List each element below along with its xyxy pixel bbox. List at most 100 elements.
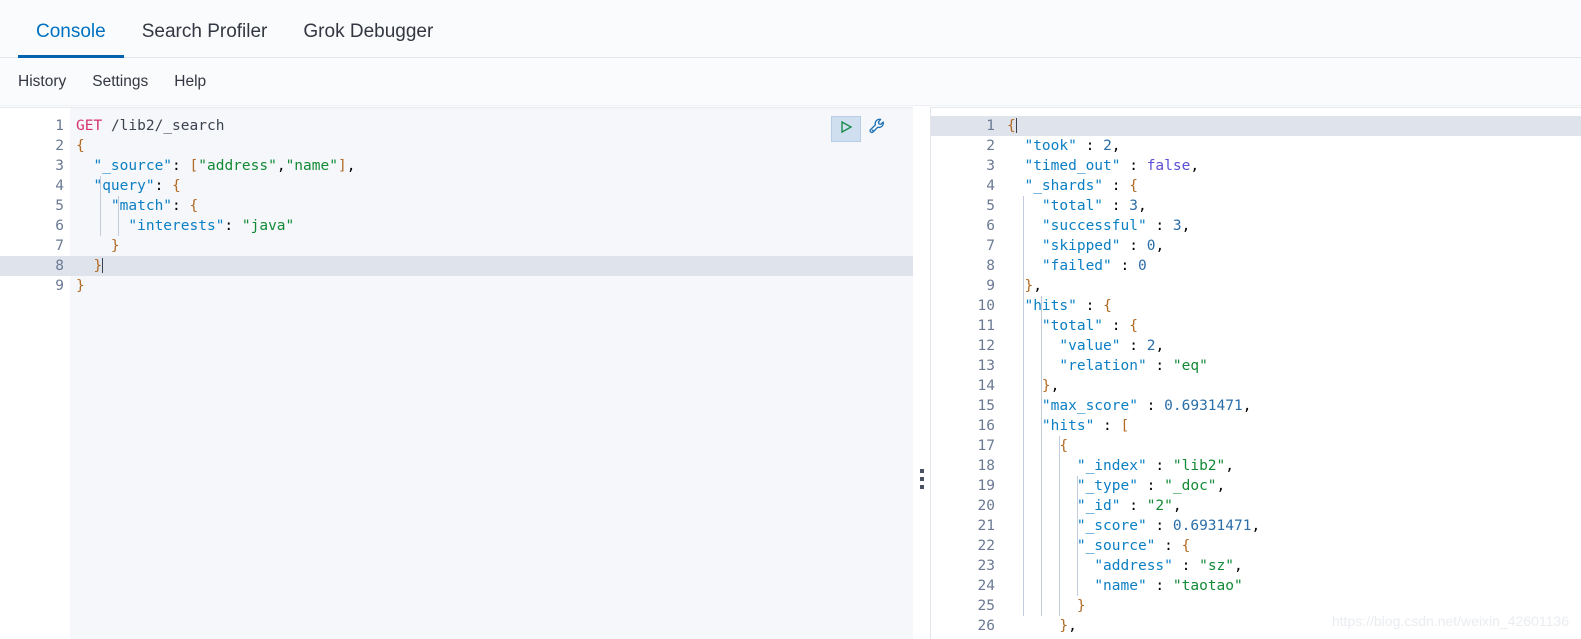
- line-number[interactable]: 4▼: [931, 176, 1009, 196]
- line-number-label: 2: [55, 138, 64, 154]
- line-number[interactable]: 19: [931, 476, 1001, 496]
- line-number[interactable]: 9▲: [931, 276, 1009, 296]
- line-number[interactable]: 17▼: [931, 436, 1010, 456]
- code-line[interactable]: "_shards" : {: [1001, 176, 1581, 196]
- line-number-label: 2: [986, 138, 995, 154]
- code-line[interactable]: {: [1001, 116, 1581, 136]
- line-number[interactable]: 20: [931, 496, 1001, 516]
- tab-search-profiler[interactable]: Search Profiler: [124, 22, 286, 57]
- code-line[interactable]: "took" : 2,: [1001, 136, 1581, 156]
- line-number[interactable]: 26▲: [931, 616, 1010, 636]
- line-number[interactable]: 18: [931, 456, 1001, 476]
- response-editor-pane[interactable]: 1▼234▼56789▲10▼11▼121314▲1516▼17▼1819202…: [930, 107, 1581, 639]
- code-line[interactable]: "_score" : 0.6931471,: [1001, 516, 1581, 536]
- code-line[interactable]: "timed_out" : false,: [1001, 156, 1581, 176]
- line-number[interactable]: 16▼: [931, 416, 1010, 436]
- line-number[interactable]: 12: [931, 336, 1001, 356]
- line-number[interactable]: 24: [931, 576, 1001, 596]
- line-number[interactable]: 9▲: [0, 276, 78, 296]
- code-line[interactable]: "address" : "sz",: [1001, 556, 1581, 576]
- response-code-area[interactable]: { "took" : 2, "timed_out" : false, "_sha…: [1001, 108, 1581, 639]
- line-number[interactable]: 6: [931, 216, 1001, 236]
- line-number-label: 9: [986, 278, 995, 294]
- code-line[interactable]: "failed" : 0: [1001, 256, 1581, 276]
- line-number[interactable]: 3: [0, 156, 70, 176]
- code-line[interactable]: "hits" : [: [1001, 416, 1581, 436]
- tab-grok-debugger[interactable]: Grok Debugger: [285, 22, 451, 57]
- code-line[interactable]: "successful" : 3,: [1001, 216, 1581, 236]
- line-number-label: 11: [977, 318, 995, 334]
- line-number-label: 23: [977, 558, 995, 574]
- line-number[interactable]: 7: [931, 236, 1001, 256]
- line-number[interactable]: 8: [931, 256, 1001, 276]
- submenu-item-history[interactable]: History: [18, 73, 66, 91]
- code-line[interactable]: "_id" : "2",: [1001, 496, 1581, 516]
- line-number[interactable]: 5: [931, 196, 1001, 216]
- code-line[interactable]: },: [1001, 376, 1581, 396]
- line-number[interactable]: 23: [931, 556, 1001, 576]
- request-gutter[interactable]: 1 2▼ 3 4▼5▼ 6 7▲8▲9▲: [0, 108, 79, 639]
- line-number[interactable]: 25▲: [931, 596, 1010, 616]
- line-number-label: 20: [977, 498, 995, 514]
- code-line[interactable]: GET /lib2/_search: [70, 116, 913, 136]
- line-number[interactable]: 14▲: [931, 376, 1010, 396]
- submenu-item-settings[interactable]: Settings: [92, 73, 148, 91]
- line-number[interactable]: 2: [931, 136, 1001, 156]
- line-number-label: 26: [977, 618, 995, 634]
- line-number-label: 7: [55, 238, 64, 254]
- request-editor-pane[interactable]: 1 2▼ 3 4▼5▼ 6 7▲8▲9▲ GET /lib2/_search{ "_sou…: [0, 107, 913, 639]
- line-number-label: 12: [977, 338, 995, 354]
- submenu-item-help[interactable]: Help: [174, 73, 206, 91]
- code-line[interactable]: "interests": "java": [70, 216, 913, 236]
- code-line[interactable]: "skipped" : 0,: [1001, 236, 1581, 256]
- main-tabbar: Console Search Profiler Grok Debugger: [0, 0, 1581, 58]
- line-number[interactable]: 2▼: [0, 136, 78, 156]
- line-number[interactable]: 15: [931, 396, 1001, 416]
- code-line[interactable]: "_index" : "lib2",: [1001, 456, 1581, 476]
- line-number[interactable]: 21: [931, 516, 1001, 536]
- code-line[interactable]: }: [70, 236, 913, 256]
- code-line[interactable]: {: [1001, 436, 1581, 456]
- request-code-area[interactable]: GET /lib2/_search{ "_source": ["address"…: [70, 108, 913, 639]
- code-line[interactable]: "match": {: [70, 196, 913, 216]
- line-number-label: 3: [986, 158, 995, 174]
- code-line[interactable]: "total" : {: [1001, 316, 1581, 336]
- line-number[interactable]: 1: [0, 116, 70, 136]
- code-line[interactable]: "query": {: [70, 176, 913, 196]
- line-number[interactable]: 22▼: [931, 536, 1010, 556]
- line-number-label: 7: [986, 238, 995, 254]
- code-line[interactable]: }: [70, 276, 913, 296]
- line-number[interactable]: 13: [931, 356, 1001, 376]
- line-number[interactable]: 7▲: [0, 236, 78, 256]
- line-number[interactable]: 8▲: [0, 256, 79, 276]
- response-gutter[interactable]: 1▼234▼56789▲10▼11▼121314▲1516▼17▼1819202…: [931, 108, 1010, 639]
- handle-dot: [920, 477, 924, 481]
- line-number[interactable]: 4▼: [0, 176, 78, 196]
- code-line[interactable]: "_source" : {: [1001, 536, 1581, 556]
- code-line[interactable]: "relation" : "eq": [1001, 356, 1581, 376]
- code-line[interactable]: },: [1001, 276, 1581, 296]
- line-number-label: 25: [977, 598, 995, 614]
- code-line[interactable]: {: [70, 136, 913, 156]
- line-number[interactable]: 11▼: [931, 316, 1010, 336]
- panel-resize-handle[interactable]: [916, 462, 928, 496]
- code-line[interactable]: "total" : 3,: [1001, 196, 1581, 216]
- line-number[interactable]: 3: [931, 156, 1001, 176]
- line-number[interactable]: 5▼: [0, 196, 78, 216]
- code-line[interactable]: "max_score" : 0.6931471,: [1001, 396, 1581, 416]
- line-number[interactable]: 10▼: [931, 296, 1010, 316]
- code-line[interactable]: "_source": ["address","name"],: [70, 156, 913, 176]
- code-line[interactable]: }: [70, 256, 913, 276]
- code-line[interactable]: "name" : "taotao": [1001, 576, 1581, 596]
- code-line[interactable]: "_type" : "_doc",: [1001, 476, 1581, 496]
- line-number[interactable]: 6: [0, 216, 70, 236]
- line-number-label: 1: [986, 118, 995, 134]
- send-request-button[interactable]: [831, 116, 861, 142]
- line-number-label: 19: [977, 478, 995, 494]
- code-line[interactable]: "value" : 2,: [1001, 336, 1581, 356]
- code-line[interactable]: "hits" : {: [1001, 296, 1581, 316]
- open-docs-button[interactable]: [865, 116, 891, 142]
- tab-console[interactable]: Console: [18, 22, 124, 58]
- line-number[interactable]: 1▼: [931, 116, 1010, 136]
- line-number-label: 16: [977, 418, 995, 434]
